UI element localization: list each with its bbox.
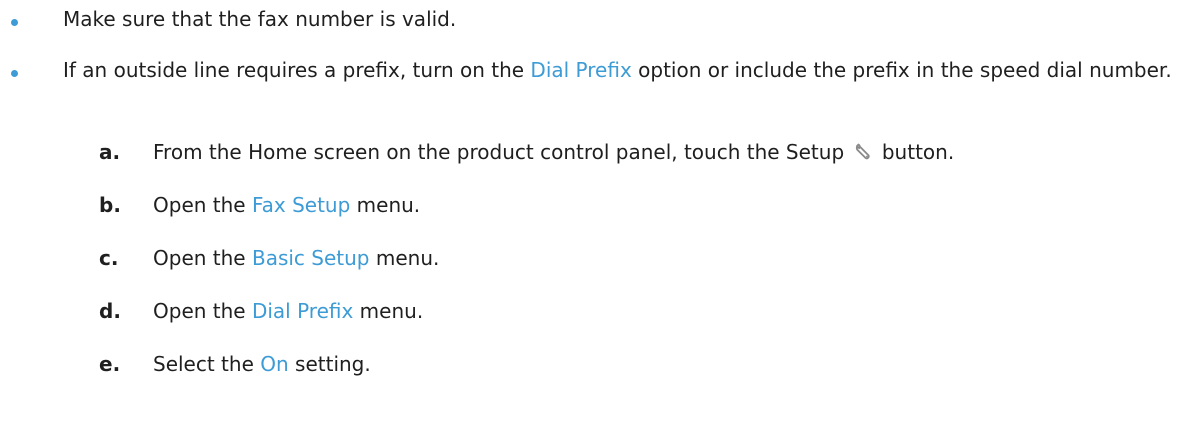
step-text-after: menu.: [350, 193, 421, 217]
bullet-item-dial-prefix: If an outside line requires a prefix, tu…: [0, 55, 1204, 119]
step-letter: c.: [99, 246, 119, 270]
step-text-before: Open the: [153, 299, 252, 323]
step-item-a: a. From the Home screen on the product c…: [0, 137, 1204, 168]
step-letter: a.: [99, 140, 121, 164]
dial-prefix-link[interactable]: Dial Prefix: [530, 58, 631, 82]
dial-prefix-menu-link[interactable]: Dial Prefix: [252, 299, 353, 323]
step-text: Open the Basic Setup menu.: [153, 243, 439, 274]
fax-setup-link[interactable]: Fax Setup: [252, 193, 350, 217]
step-item-b: b. Open the Fax Setup menu.: [0, 190, 1204, 221]
bullet-text: If an outside line requires a prefix, tu…: [63, 55, 1173, 86]
step-text: Select the On setting.: [153, 349, 371, 380]
wrench-icon: [855, 143, 870, 160]
bullet-item-valid-fax-number: Make sure that the fax number is valid.: [0, 4, 1204, 38]
step-text-after: menu.: [353, 299, 424, 323]
step-text-after: button.: [875, 140, 955, 164]
bullet-text-before: If an outside line requires a prefix, tu…: [63, 58, 531, 82]
basic-setup-link[interactable]: Basic Setup: [252, 246, 370, 270]
bullet-text: Make sure that the fax number is valid.: [63, 7, 457, 31]
step-text-before: Select the: [153, 352, 261, 376]
on-setting-link[interactable]: On: [260, 352, 288, 376]
step-letter: e.: [99, 352, 121, 376]
step-text-before: Open the: [153, 193, 252, 217]
step-item-e: e. Select the On setting.: [0, 349, 1204, 380]
step-letter: d.: [99, 299, 121, 323]
bullet-dot-icon: [11, 19, 18, 26]
step-text: Open the Dial Prefix menu.: [153, 296, 423, 327]
step-text-after: setting.: [288, 352, 371, 376]
bullet-dot-icon: [11, 70, 18, 77]
step-letter: b.: [99, 193, 121, 217]
bullet-text-after: option or include the prefix in the spee…: [631, 58, 1172, 82]
step-text-after: menu.: [369, 246, 440, 270]
step-text-before: Open the: [153, 246, 252, 270]
step-item-d: d. Open the Dial Prefix menu.: [0, 296, 1204, 327]
step-text-before: From the Home screen on the product cont…: [153, 140, 851, 164]
step-text: From the Home screen on the product cont…: [153, 137, 954, 168]
step-text: Open the Fax Setup menu.: [153, 190, 420, 221]
step-item-c: c. Open the Basic Setup menu.: [0, 243, 1204, 274]
document-page: Make sure that the fax number is valid. …: [0, 0, 1204, 421]
